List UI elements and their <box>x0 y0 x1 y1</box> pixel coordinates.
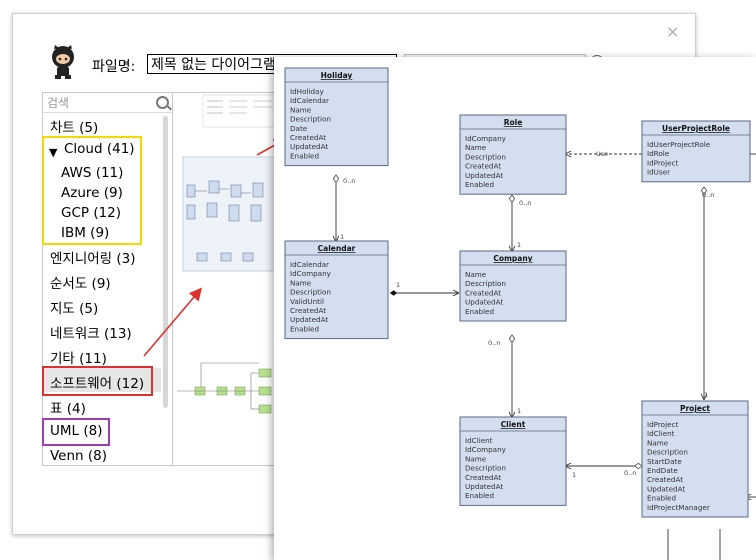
entity-attribute: Name <box>465 270 487 279</box>
entity-attribute: Name <box>465 454 487 463</box>
mult-upr: 0..n <box>702 191 714 199</box>
entity-userprojectrole[interactable]: UserProjectRoleIdUserProjectRoleIdRoleId… <box>641 120 751 183</box>
mult-holiday: 0..n <box>343 177 355 185</box>
entity-title: Company <box>493 254 532 263</box>
template-preview-panel <box>172 92 286 466</box>
entity-attribute: IdCalendar <box>290 260 329 269</box>
entity-attribute: UpdatedAt <box>647 484 685 493</box>
entity-attribute: Date <box>290 124 308 133</box>
entity-attribute: IdClient <box>465 436 493 445</box>
entity-title: Project <box>680 404 710 413</box>
entity-title: Client <box>501 420 526 429</box>
entity-role[interactable]: Role IdCompanyNameDescriptionCreatedAtUpd… <box>459 114 567 195</box>
entity-title: Calendar <box>318 244 356 253</box>
entity-attribute: Description <box>465 152 506 161</box>
entity-attribute: IdProject <box>647 158 678 167</box>
github-octocat-logo <box>52 45 74 79</box>
mult-calendar: 1 <box>340 233 344 241</box>
entity-attribute: Description <box>290 288 331 297</box>
entity-attribute: CreatedAt <box>647 475 683 484</box>
entity-attribute: UpdatedAt <box>290 142 328 151</box>
entity-client[interactable]: Client IdClientIdCompanyNameDescriptionCr… <box>459 416 567 506</box>
entity-attribute: IdClient <box>647 429 675 438</box>
entity-company[interactable]: Company NameDescriptionCreatedAtUpdatedAt… <box>459 250 567 322</box>
sidebar-scrollbar[interactable] <box>163 116 168 408</box>
uml-diagram-preview: 0..n 1 0..n 1 1 0..n 1 1 0..n 0..n 1 Use… <box>274 57 756 560</box>
entity-attribute: Description <box>647 448 688 457</box>
entity-attribute: EndDate <box>647 466 678 475</box>
entity-title: Role <box>504 118 523 127</box>
highlight-box-uml <box>42 418 110 446</box>
entity-attribute: UpdatedAt <box>465 482 503 491</box>
sidebar-item-other[interactable]: 기타 (11) <box>50 347 107 367</box>
entity-attribute: ValidUntil <box>290 297 324 306</box>
sidebar-item-tables[interactable]: 표 (4) <box>50 397 86 417</box>
er-diagram[interactable]: 0..n 1 0..n 1 1 0..n 1 1 0..n 0..n 1 Use… <box>274 57 756 560</box>
entity-title: UserProjectRole <box>662 124 730 133</box>
entity-attribute: IdCompany <box>290 269 332 278</box>
highlight-box-software <box>42 366 153 396</box>
entity-attribute: Description <box>465 279 506 288</box>
entity-attribute: Enabled <box>647 494 676 503</box>
search-icon[interactable] <box>156 96 169 109</box>
entity-calendar[interactable]: Calendar IdCalendarIdCompanyNameDescripti… <box>284 240 389 340</box>
entity-attribute: IdRole <box>647 149 670 158</box>
filename-label: 파일명: <box>92 59 136 75</box>
mult-role: 0..n <box>519 199 531 207</box>
entity-attribute: Name <box>290 278 312 287</box>
sidebar-item-maps[interactable]: 지도 (5) <box>50 297 98 317</box>
mult-project-left: 0..n <box>624 469 636 477</box>
entity-attribute: Enabled <box>465 307 494 316</box>
sidebar-item-charts[interactable]: 차트 (5) <box>50 116 98 136</box>
entity-title: Holiday <box>321 71 353 80</box>
use-label: Use <box>596 150 608 158</box>
entity-attribute: Name <box>465 143 487 152</box>
entity-attribute: Enabled <box>290 324 319 333</box>
entity-holiday[interactable]: Holiday IdHolidayIdCalendarNameDescriptio… <box>284 67 389 167</box>
entity-attribute: IdProject <box>647 420 678 429</box>
mult-company-bottom: 0..n <box>488 339 500 347</box>
entity-attribute: UpdatedAt <box>290 315 328 324</box>
mult-calendar-company: 1 <box>396 281 400 289</box>
entity-attribute: Description <box>290 115 331 124</box>
close-icon[interactable]: × <box>666 22 679 41</box>
entity-attribute: Name <box>290 105 312 114</box>
entity-attribute: IdUserProjectRole <box>647 140 711 149</box>
entity-attribute: CreatedAt <box>290 306 326 315</box>
template-thumbnails[interactable] <box>173 93 285 465</box>
entity-attribute: IdCompany <box>465 445 507 454</box>
sidebar-item-flowchart[interactable]: 순서도 (9) <box>50 272 111 292</box>
entity-attribute: IdCompany <box>465 134 507 143</box>
entity-attribute: CreatedAt <box>465 473 501 482</box>
entity-attribute: IdHoliday <box>290 87 324 96</box>
entity-attribute: CreatedAt <box>465 288 501 297</box>
entity-attribute: IdUser <box>647 168 670 177</box>
entity-attribute: UpdatedAt <box>465 171 503 180</box>
entity-attribute: Enabled <box>290 151 319 160</box>
search-input[interactable]: 검색 <box>43 93 173 113</box>
mult-project-top: 1 <box>704 391 708 399</box>
entity-project[interactable]: ProjectIdProjectIdClientNameDescriptionS… <box>641 400 749 518</box>
entity-attribute: Description <box>465 464 506 473</box>
sidebar-item-engineering[interactable]: 엔지니어링 (3) <box>50 247 136 267</box>
entity-attribute: Name <box>647 438 669 447</box>
entity-attribute: Enabled <box>465 180 494 189</box>
entity-attribute: CreatedAt <box>465 162 501 171</box>
entity-attribute: UpdatedAt <box>465 298 503 307</box>
mult-client-right: 1 <box>572 471 576 479</box>
entity-attribute: IdCalendar <box>290 96 329 105</box>
highlight-box-cloud <box>42 136 142 245</box>
entity-attribute: StartDate <box>647 457 682 466</box>
mult-company-top: 1 <box>517 241 521 249</box>
entity-attribute: CreatedAt <box>290 133 326 142</box>
entity-attribute: Enabled <box>465 491 494 500</box>
mult-client-top: 1 <box>517 407 521 415</box>
sidebar-item-network[interactable]: 네트워크 (13) <box>50 322 132 342</box>
sidebar-item-venn[interactable]: Venn (8) <box>50 448 107 464</box>
entity-attribute: IdProjectManager <box>647 503 710 512</box>
